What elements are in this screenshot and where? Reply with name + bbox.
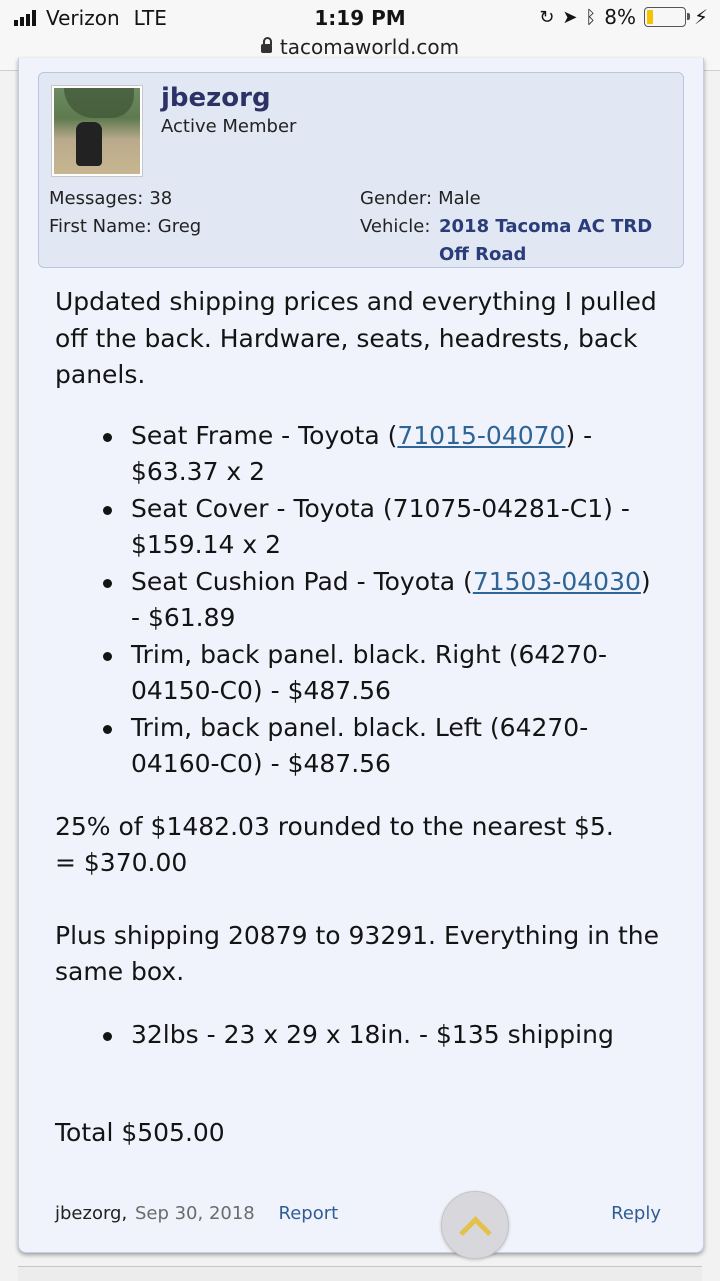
part-number-link[interactable]: 71015-04070 [397, 421, 565, 450]
lock-icon [260, 37, 272, 53]
calc-line-2: = $370.00 [55, 848, 188, 877]
item-text: Seat Cover - Toyota (71075-04281-C1) - $… [131, 493, 630, 560]
post-intro: Updated shipping prices and everything I… [55, 287, 657, 389]
shipping-text: Plus shipping 20879 to 93291. Everything… [55, 920, 660, 987]
list-item: Seat Frame - Toyota (71015-04070) - $63.… [55, 418, 665, 491]
reply-link[interactable]: Reply [611, 1203, 661, 1224]
vehicle-label: Vehicle: [360, 216, 431, 237]
avatar-image [54, 88, 140, 174]
parts-list: Seat Frame - Toyota (71015-04070) - $63.… [55, 418, 665, 783]
first-name-value: Greg [157, 216, 202, 237]
messages-label: Messages: [49, 188, 144, 209]
address-bar[interactable]: tacomaworld.com [0, 35, 720, 59]
forum-post: jbezorg Active Member Messages: 38 First … [18, 58, 704, 1259]
post-author-link[interactable]: jbezorg [55, 1203, 121, 1224]
next-post-edge [18, 1266, 702, 1281]
separator: , [121, 1203, 128, 1224]
shipping-list: 32lbs - 23 x 29 x 18in. - $135 shipping [55, 1017, 665, 1054]
first-name-label: First Name: [49, 216, 152, 237]
username-link[interactable]: jbezorg [161, 83, 271, 113]
gender: Gender: Male [360, 188, 481, 209]
item-text: Trim, back panel. black. Right (64270-04… [131, 639, 608, 706]
post-body: Updated shipping prices and everything I… [55, 284, 665, 1152]
list-item: Seat Cushion Pad - Toyota (71503-04030) … [55, 564, 665, 637]
post-footer: jbezorg, Sep 30, 2018 Report Reply [55, 1203, 665, 1224]
list-item: 32lbs - 23 x 29 x 18in. - $135 shipping [55, 1017, 665, 1054]
item-text: 32lbs - 23 x 29 x 18in. - $135 shipping [131, 1019, 614, 1049]
status-right: ↻ ➤ ᛒ 8% ⚡ [539, 5, 708, 29]
avatar[interactable] [51, 85, 143, 177]
charging-bolt-icon: ⚡ [693, 5, 708, 29]
vehicle-link[interactable]: 2018 Tacoma AC TRD Off Road [439, 213, 674, 269]
messages-value: 38 [149, 188, 173, 209]
scroll-to-top-button[interactable] [441, 1191, 509, 1259]
item-text: Seat Cushion Pad - Toyota ( [131, 566, 473, 596]
gender-value: Male [438, 188, 481, 209]
battery-icon [643, 7, 690, 27]
user-info-box: jbezorg Active Member Messages: 38 First … [38, 72, 684, 268]
post-date[interactable]: Sep 30, 2018 [135, 1203, 255, 1224]
first-name: First Name: Greg [49, 216, 201, 237]
list-item: Trim, back panel. black. Right (64270-04… [55, 637, 665, 710]
url-text: tacomaworld.com [279, 35, 460, 59]
messages-count: Messages: 38 [49, 188, 172, 209]
item-text: Trim, back panel. black. Left (64270-041… [131, 712, 589, 779]
list-item: Seat Cover - Toyota (71075-04281-C1) - $… [55, 491, 665, 564]
battery-percent: 8% [604, 5, 636, 29]
post-total: Total $505.00 [55, 1118, 225, 1147]
item-text: Seat Frame - Toyota ( [131, 420, 398, 450]
report-link[interactable]: Report [279, 1203, 339, 1224]
calc-line-1: 25% of $1482.03 rounded to the nearest $… [55, 811, 614, 841]
user-title: Active Member [161, 116, 297, 137]
gender-label: Gender: [360, 188, 433, 209]
location-arrow-icon: ➤ [562, 6, 578, 28]
part-number-link[interactable]: 71503-04030 [473, 567, 641, 596]
rotation-lock-icon: ↻ [539, 6, 555, 28]
bluetooth-icon: ᛒ [585, 6, 597, 28]
list-item: Trim, back panel. black. Left (64270-041… [55, 710, 665, 783]
